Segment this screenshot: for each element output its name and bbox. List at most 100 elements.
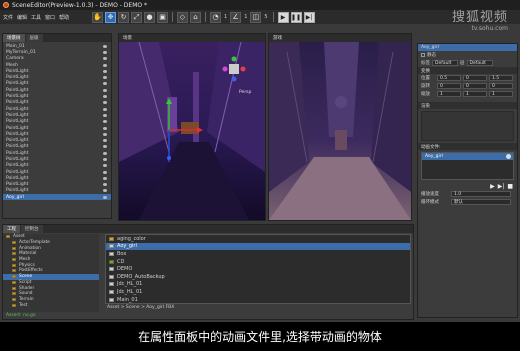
file-icon [109,236,114,241]
asset-file-item[interactable]: Box [106,250,410,258]
file-icon [109,289,114,294]
scene-tree-item-label: PointLight [6,94,29,100]
terrain-tool-icon[interactable]: ⌂ [190,11,201,23]
render-section[interactable]: 渲染 [418,102,517,109]
visibility-eye-icon[interactable] [103,69,107,73]
position-row: 位置 0.5 0 1.5 [418,74,517,82]
animation-file-list[interactable]: Aoy_girl [421,152,514,180]
visibility-eye-icon[interactable] [103,151,107,155]
anim-stop-icon[interactable]: ■ [507,183,513,190]
play-speed-select[interactable]: 1.0 [451,191,511,197]
anim-play-icon[interactable]: ▶ [490,183,495,190]
tag-select[interactable]: Default [432,60,458,66]
visibility-eye-icon[interactable] [103,157,107,161]
game-viewport[interactable]: 游戏 [268,33,412,221]
visibility-eye-icon[interactable] [103,164,107,168]
hand-tool-icon[interactable]: ✋ [92,11,103,23]
visibility-eye-icon[interactable] [103,50,107,54]
position-z-input[interactable]: 1.5 [489,75,513,81]
cube-tool-icon[interactable]: ◇ [177,11,188,23]
tab-scene-tree[interactable]: 场景树 [3,34,25,42]
asset-file-item[interactable]: Main_01 [106,296,410,304]
folder-icon [12,275,16,279]
folder-icon [6,235,10,239]
layer-select[interactable]: Default [466,60,493,66]
menu-edit[interactable]: 编辑 [17,14,27,21]
visibility-eye-icon[interactable] [103,88,107,92]
visibility-eye-icon[interactable] [103,95,107,99]
asset-file-item[interactable]: Aoy_girl [106,242,410,251]
static-checkbox[interactable] [421,53,425,57]
visibility-eye-icon[interactable] [103,195,107,199]
visibility-eye-icon[interactable] [103,132,107,136]
asset-file-item[interactable]: DEMO_AutoBackup [106,273,410,281]
menu-window[interactable]: 窗口 [45,14,55,21]
visibility-eye-icon[interactable] [103,120,107,124]
anim-step-icon[interactable]: ▶| [498,183,505,190]
visibility-eye-icon[interactable] [103,57,107,61]
scene-tree-item-label: PointLight [6,100,29,106]
visibility-eye-icon[interactable] [103,126,107,130]
asset-file-item[interactable]: CD [106,258,410,266]
rotate-tool-icon[interactable]: ↻ [118,11,129,23]
position-y-input[interactable]: 0 [463,75,487,81]
step-button[interactable]: ▶| [303,11,315,23]
visibility-eye-icon[interactable] [103,107,107,111]
scene-tree-item-label: PointLight [6,68,29,74]
camera-tool-icon[interactable]: ▣ [157,11,168,23]
visibility-eye-icon[interactable] [103,76,107,80]
tab-hierarchy[interactable]: 层级 [25,34,43,42]
grid-snap-icon[interactable]: ◔ [210,11,221,23]
visibility-eye-icon[interactable] [103,145,107,149]
visibility-eye-icon[interactable] [103,139,107,143]
subtitle-caption: 在属性面板中的动画文件里,选择带动画的物体 [0,322,520,351]
asset-file-item[interactable]: DEMO [106,265,410,273]
folder-label: Asset [13,234,25,240]
pause-button[interactable]: ❚❚ [290,11,302,23]
scale-snap-icon[interactable]: ◫ [250,11,262,23]
scene-tree-item-label: PointLight [6,81,29,87]
visibility-eye-icon[interactable] [103,170,107,174]
asset-file-item[interactable]: Jdc_HL_01 [106,288,410,296]
watermark: 搜狐视频 tv.sohu.com [452,6,508,32]
tab-project[interactable]: 工程 [3,225,20,233]
scale-x-input[interactable]: 1 [437,91,461,97]
light-tool-icon[interactable]: ● [144,11,155,23]
scene-viewport[interactable]: 场景 Persp [118,33,266,221]
visibility-eye-icon[interactable] [103,44,107,48]
animation-file-item[interactable]: Aoy_girl [422,153,513,160]
loop-mode-select[interactable]: 默认 [451,199,511,205]
scale-tool-icon[interactable]: ⤢ [131,11,142,23]
visibility-eye-icon[interactable] [103,82,107,86]
visibility-eye-icon[interactable] [103,101,107,105]
scale-y-input[interactable]: 1 [463,91,487,97]
rotation-z-input[interactable]: 0 [489,83,513,89]
visibility-eye-icon[interactable] [103,189,107,193]
rotation-x-input[interactable]: 0 [437,83,461,89]
scene-view-canvas[interactable] [119,42,265,220]
position-x-input[interactable]: 0.5 [437,75,461,81]
asset-file-item[interactable]: aging_color [106,235,410,243]
folder-item[interactable]: Test [3,302,99,308]
visibility-eye-icon[interactable] [103,183,107,187]
scene-tree-item-label: Mesh [6,62,18,68]
visibility-eye-icon[interactable] [103,176,107,180]
transform-section[interactable]: 变换 [418,67,517,74]
game-view-canvas[interactable] [269,42,411,220]
scale-z-input[interactable]: 1 [489,91,513,97]
visibility-eye-icon[interactable] [103,63,107,67]
angle-snap-icon[interactable]: ∠ [230,11,242,23]
menu-help[interactable]: 帮助 [59,14,69,21]
animation-section[interactable]: 动画文件: [418,143,517,150]
move-tool-icon[interactable]: ✥ [105,11,116,23]
menu-tools[interactable]: 工具 [31,14,41,21]
remove-anim-icon[interactable] [506,154,511,159]
tab-console[interactable]: 控制台 [21,225,43,233]
menu-file[interactable]: 文件 [3,14,13,21]
object-name-header: Aoy_girl [418,44,517,51]
visibility-eye-icon[interactable] [103,113,107,117]
asset-file-item[interactable]: Jdc_HL_01 [106,281,410,289]
play-button[interactable]: ▶ [277,11,289,23]
rotation-y-input[interactable]: 0 [463,83,487,89]
scene-tree-item[interactable]: Aoy_girl [3,194,111,201]
